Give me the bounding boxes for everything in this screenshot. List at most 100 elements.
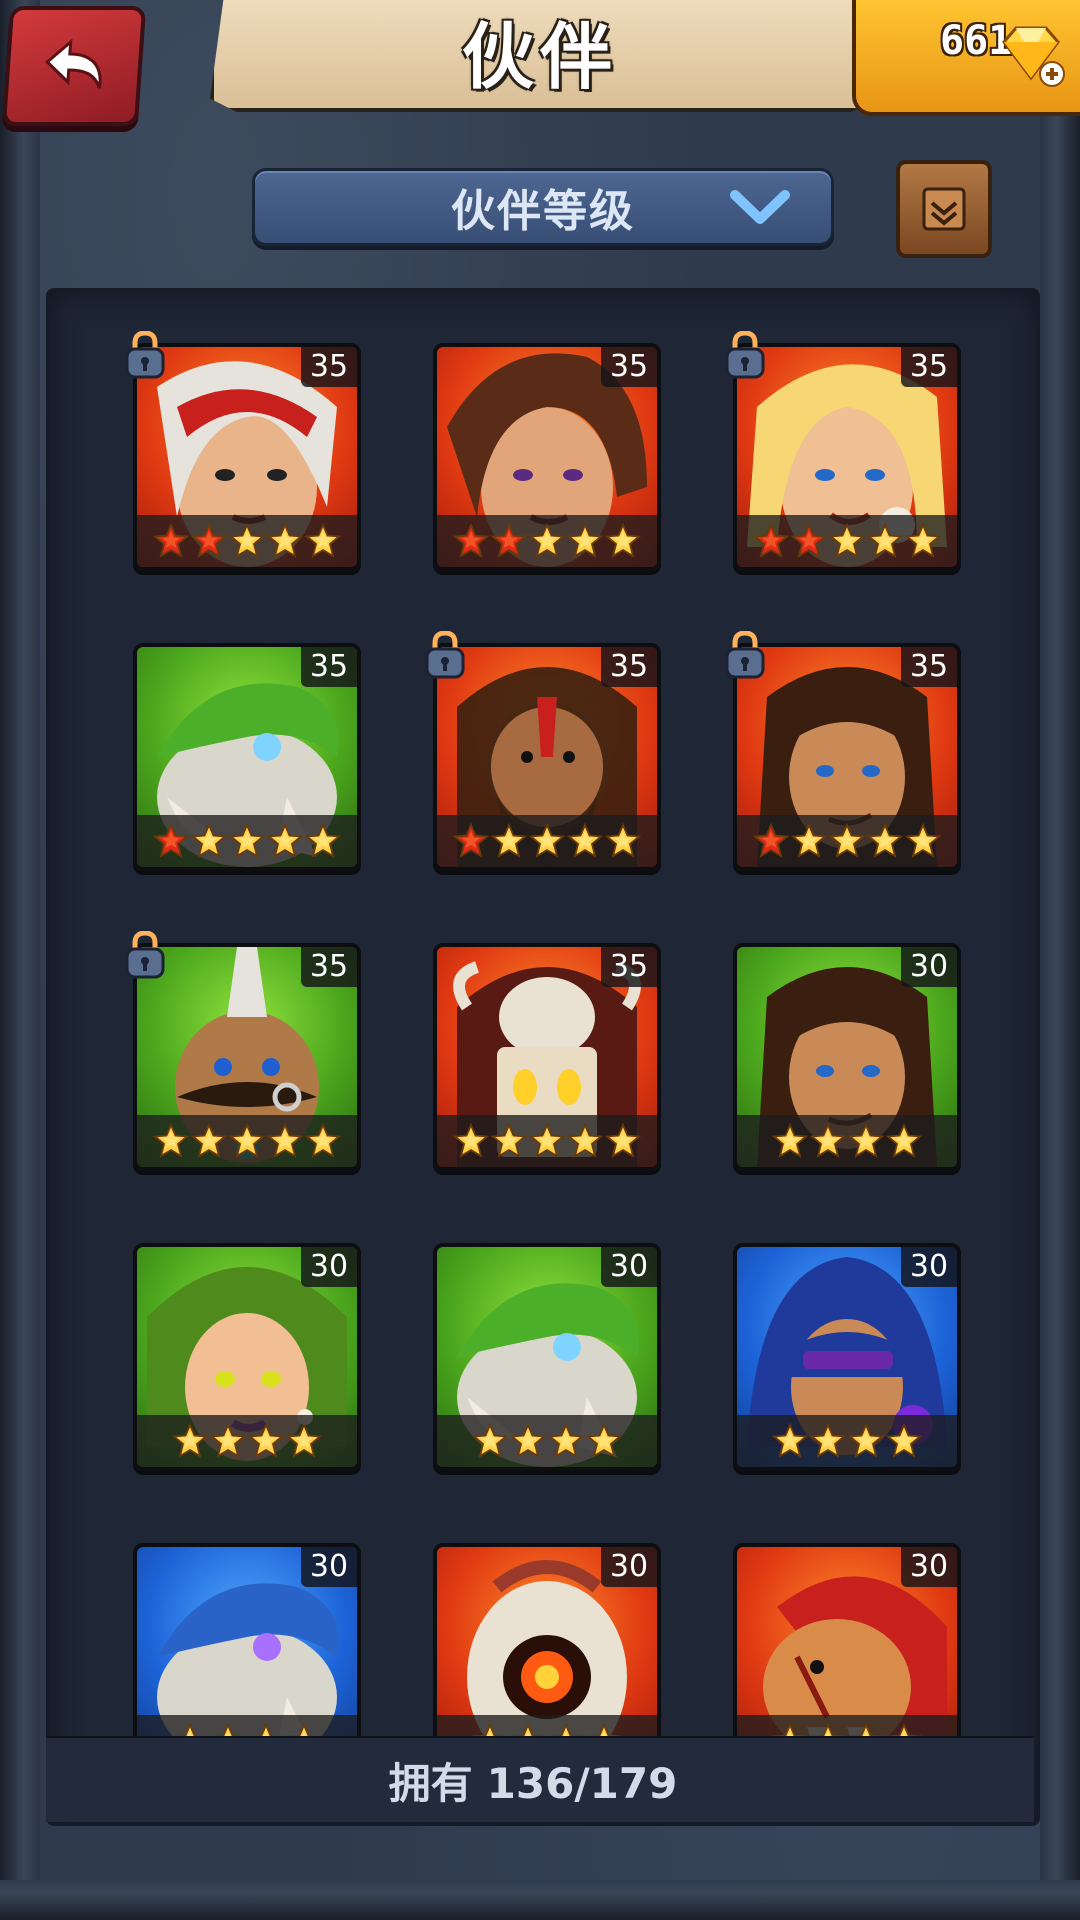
- gold-star-icon: [529, 523, 565, 558]
- sort-label: 伙伴等级: [451, 186, 635, 237]
- partner-level: 30: [301, 1547, 357, 1587]
- chevron-down-icon: [730, 190, 790, 224]
- partner-card[interactable]: 30: [433, 1243, 661, 1471]
- gold-star-icon: [229, 523, 265, 558]
- star-rating: [737, 515, 957, 567]
- gold-star-icon: [810, 1423, 846, 1458]
- gold-star-icon: [472, 1423, 508, 1458]
- gold-star-icon: [491, 1123, 527, 1158]
- gold-star-icon: [772, 1423, 808, 1458]
- gold-star-icon: [267, 1123, 303, 1158]
- gold-star-icon: [567, 823, 603, 858]
- star-rating: [437, 815, 657, 867]
- partner-level: 30: [901, 947, 957, 987]
- gold-star-icon: [229, 823, 265, 858]
- partner-level: 35: [901, 647, 957, 687]
- lock-icon[interactable]: [721, 630, 769, 681]
- gold-star-icon: [605, 523, 641, 558]
- star-rating: [737, 1415, 957, 1467]
- partner-level: 30: [901, 1247, 957, 1287]
- gold-star-icon: [886, 1123, 922, 1158]
- partner-card[interactable]: 35: [433, 343, 661, 571]
- gold-star-icon: [172, 1423, 208, 1458]
- gold-star-icon: [791, 823, 827, 858]
- sort-dropdown[interactable]: 伙伴等级: [252, 168, 834, 246]
- gold-star-icon: [772, 1123, 808, 1158]
- gold-star-icon: [305, 1123, 341, 1158]
- gold-star-icon: [267, 523, 303, 558]
- star-rating: [737, 815, 957, 867]
- gold-star-icon: [867, 823, 903, 858]
- lock-icon[interactable]: [421, 630, 469, 681]
- star-rating: [137, 1115, 357, 1167]
- gold-star-icon: [829, 823, 865, 858]
- lock-icon[interactable]: [121, 330, 169, 381]
- star-rating: [437, 1115, 657, 1167]
- partner-level: 30: [901, 1547, 957, 1587]
- partner-level: 35: [601, 947, 657, 987]
- gold-star-icon: [153, 1123, 189, 1158]
- partner-level: 35: [601, 347, 657, 387]
- partner-level: 35: [901, 347, 957, 387]
- partner-card[interactable]: 30: [733, 943, 961, 1171]
- owned-text: 拥有 136/179: [389, 1750, 692, 1811]
- partner-card[interactable]: 30: [133, 1243, 361, 1471]
- partner-level: 35: [301, 347, 357, 387]
- star-rating: [137, 815, 357, 867]
- gold-star-icon: [248, 1423, 284, 1458]
- red-star-icon: [753, 823, 789, 858]
- gold-star-icon: [229, 1123, 265, 1158]
- red-star-icon: [491, 523, 527, 558]
- frame-edge-bottom: [0, 1880, 1080, 1920]
- partner-panel[interactable]: 35 35 35 35 35 35 35 35 30 30 30 30 30 3…: [46, 288, 1040, 1826]
- frame-edge-left: [0, 0, 40, 1920]
- gold-star-icon: [305, 523, 341, 558]
- star-rating: [737, 1115, 957, 1167]
- partner-card[interactable]: 35: [433, 943, 661, 1171]
- star-rating: [437, 515, 657, 567]
- gem-plus-icon[interactable]: [996, 20, 1066, 90]
- star-rating: [137, 515, 357, 567]
- gold-star-icon: [191, 1123, 227, 1158]
- gold-star-icon: [510, 1423, 546, 1458]
- scroll-button[interactable]: [896, 160, 992, 258]
- gold-star-icon: [605, 823, 641, 858]
- red-star-icon: [791, 523, 827, 558]
- gold-star-icon: [305, 823, 341, 858]
- page-title: 伙伴: [461, 14, 618, 99]
- lock-icon[interactable]: [121, 930, 169, 981]
- partner-level: 35: [301, 647, 357, 687]
- gold-star-icon: [867, 523, 903, 558]
- back-arrow-icon: [45, 38, 102, 89]
- gold-star-icon: [210, 1423, 246, 1458]
- partner-card[interactable]: 35: [133, 643, 361, 871]
- red-star-icon: [453, 823, 489, 858]
- owned-label: 拥有: [388, 1758, 473, 1808]
- gold-star-icon: [586, 1423, 622, 1458]
- partner-level: 35: [601, 647, 657, 687]
- gold-star-icon: [905, 823, 941, 858]
- gold-star-icon: [267, 823, 303, 858]
- gold-star-icon: [529, 1123, 565, 1158]
- gold-star-icon: [848, 1123, 884, 1158]
- gold-star-icon: [529, 823, 565, 858]
- partner-card[interactable]: 30: [733, 1243, 961, 1471]
- red-star-icon: [191, 523, 227, 558]
- gold-star-icon: [886, 1423, 922, 1458]
- gold-star-icon: [567, 523, 603, 558]
- lock-icon[interactable]: [721, 330, 769, 381]
- red-star-icon: [453, 523, 489, 558]
- partner-level: 30: [601, 1247, 657, 1287]
- red-star-icon: [153, 523, 189, 558]
- gold-star-icon: [567, 1123, 603, 1158]
- red-star-icon: [753, 523, 789, 558]
- gold-star-icon: [905, 523, 941, 558]
- back-button[interactable]: [1, 6, 147, 126]
- partner-level: 30: [301, 1247, 357, 1287]
- gold-star-icon: [491, 823, 527, 858]
- scroll-icon: [922, 187, 966, 231]
- owned-footer: 拥有 136/179: [46, 1736, 1034, 1822]
- gold-star-icon: [548, 1423, 584, 1458]
- owned-count: 136/179: [486, 1758, 678, 1808]
- gold-star-icon: [605, 1123, 641, 1158]
